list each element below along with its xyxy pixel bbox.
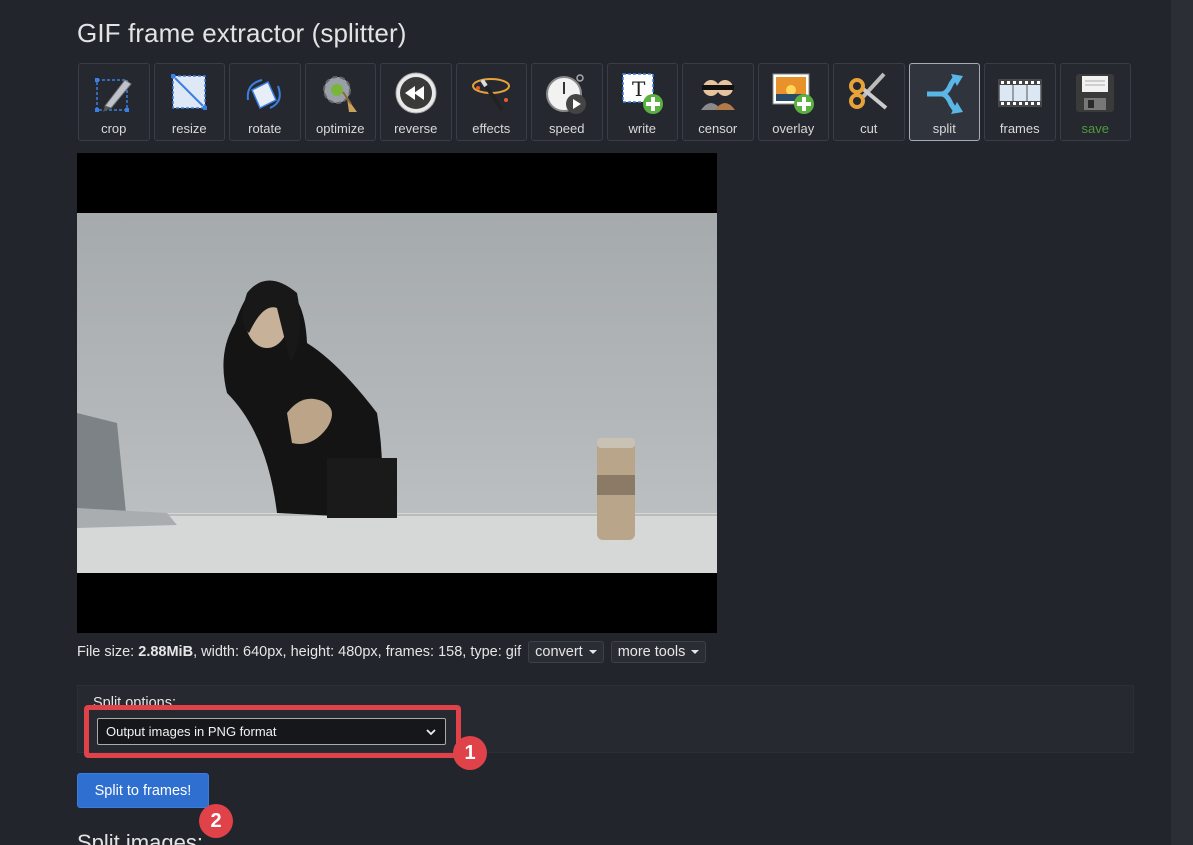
- step-badge-1: 1: [453, 736, 487, 770]
- tool-frames[interactable]: frames: [984, 63, 1056, 141]
- tool-label: reverse: [394, 121, 438, 136]
- split-icon: [921, 70, 967, 116]
- tool-censor[interactable]: censor: [682, 63, 754, 141]
- overlay-icon: [770, 70, 816, 116]
- tool-label: rotate: [248, 121, 282, 136]
- frames-icon: [997, 70, 1043, 116]
- convert-dropdown[interactable]: convert: [528, 641, 604, 663]
- cut-icon: [846, 70, 892, 116]
- crop-icon: [91, 70, 137, 116]
- more-tools-dropdown[interactable]: more tools: [610, 641, 707, 663]
- step-badge-2: 2: [199, 804, 233, 838]
- select-value: Output images in PNG format: [106, 724, 277, 739]
- tool-resize[interactable]: resize: [153, 63, 225, 141]
- file-info-text: File size: 2.88MiB, width: 640px, height…: [77, 644, 522, 660]
- split-to-frames-button[interactable]: Split to frames!: [77, 773, 209, 808]
- tool-cut[interactable]: cut: [833, 63, 905, 141]
- tool-label: censor: [698, 121, 738, 136]
- preview-image: [77, 213, 717, 573]
- tool-split[interactable]: split: [908, 63, 980, 141]
- reverse-icon: [393, 70, 439, 116]
- tool-label: speed: [549, 121, 585, 136]
- tool-crop[interactable]: crop: [78, 63, 150, 141]
- tool-label: cut: [860, 121, 878, 136]
- right-scroll-gutter: [1171, 0, 1193, 845]
- tool-label: effects: [472, 121, 511, 136]
- save-icon: [1072, 70, 1118, 116]
- svg-text:T: T: [632, 77, 646, 101]
- tool-label: write: [628, 121, 656, 136]
- page-title: GIF frame extractor (splitter): [77, 18, 407, 48]
- censor-icon: [695, 70, 741, 116]
- tool-label: resize: [171, 121, 207, 136]
- write-icon: T: [619, 70, 665, 116]
- rotate-icon: [242, 70, 288, 116]
- tool-reverse[interactable]: reverse: [380, 63, 452, 141]
- tool-label: frames: [999, 121, 1040, 136]
- resize-icon: [166, 70, 212, 116]
- speed-icon: [544, 70, 590, 116]
- tool-rotate[interactable]: rotate: [229, 63, 301, 141]
- split-images-heading: Split images:: [77, 830, 203, 845]
- tool-overlay[interactable]: overlay: [757, 63, 829, 141]
- gif-preview: [77, 153, 717, 633]
- split-options-legend: Split options:: [93, 695, 177, 711]
- tool-write[interactable]: T write: [606, 63, 678, 141]
- convert-label: convert: [535, 644, 583, 660]
- tool-label: overlay: [772, 121, 815, 136]
- tool-speed[interactable]: speed: [531, 63, 603, 141]
- tool-optimize[interactable]: optimize: [304, 63, 376, 141]
- tool-save[interactable]: save: [1059, 63, 1131, 141]
- caret-down-icon: [588, 650, 597, 654]
- tool-label: split: [932, 121, 956, 136]
- file-info: File size: 2.88MiB, width: 640px, height…: [77, 640, 707, 664]
- chevron-down-icon: [426, 728, 436, 735]
- tool-toolbar: crop resize rotate optimize reverse effe…: [78, 63, 1134, 142]
- output-format-select[interactable]: Output images in PNG format: [97, 718, 446, 745]
- tool-effects[interactable]: effects: [455, 63, 527, 141]
- caret-down-icon: [691, 650, 700, 654]
- effects-icon: [468, 70, 514, 116]
- tool-label: save: [1081, 121, 1109, 136]
- tool-label: optimize: [316, 121, 365, 136]
- optimize-icon: [317, 70, 363, 116]
- more-tools-label: more tools: [617, 644, 686, 660]
- tool-label: crop: [101, 121, 127, 136]
- file-size-value: 2.88MiB: [138, 644, 194, 660]
